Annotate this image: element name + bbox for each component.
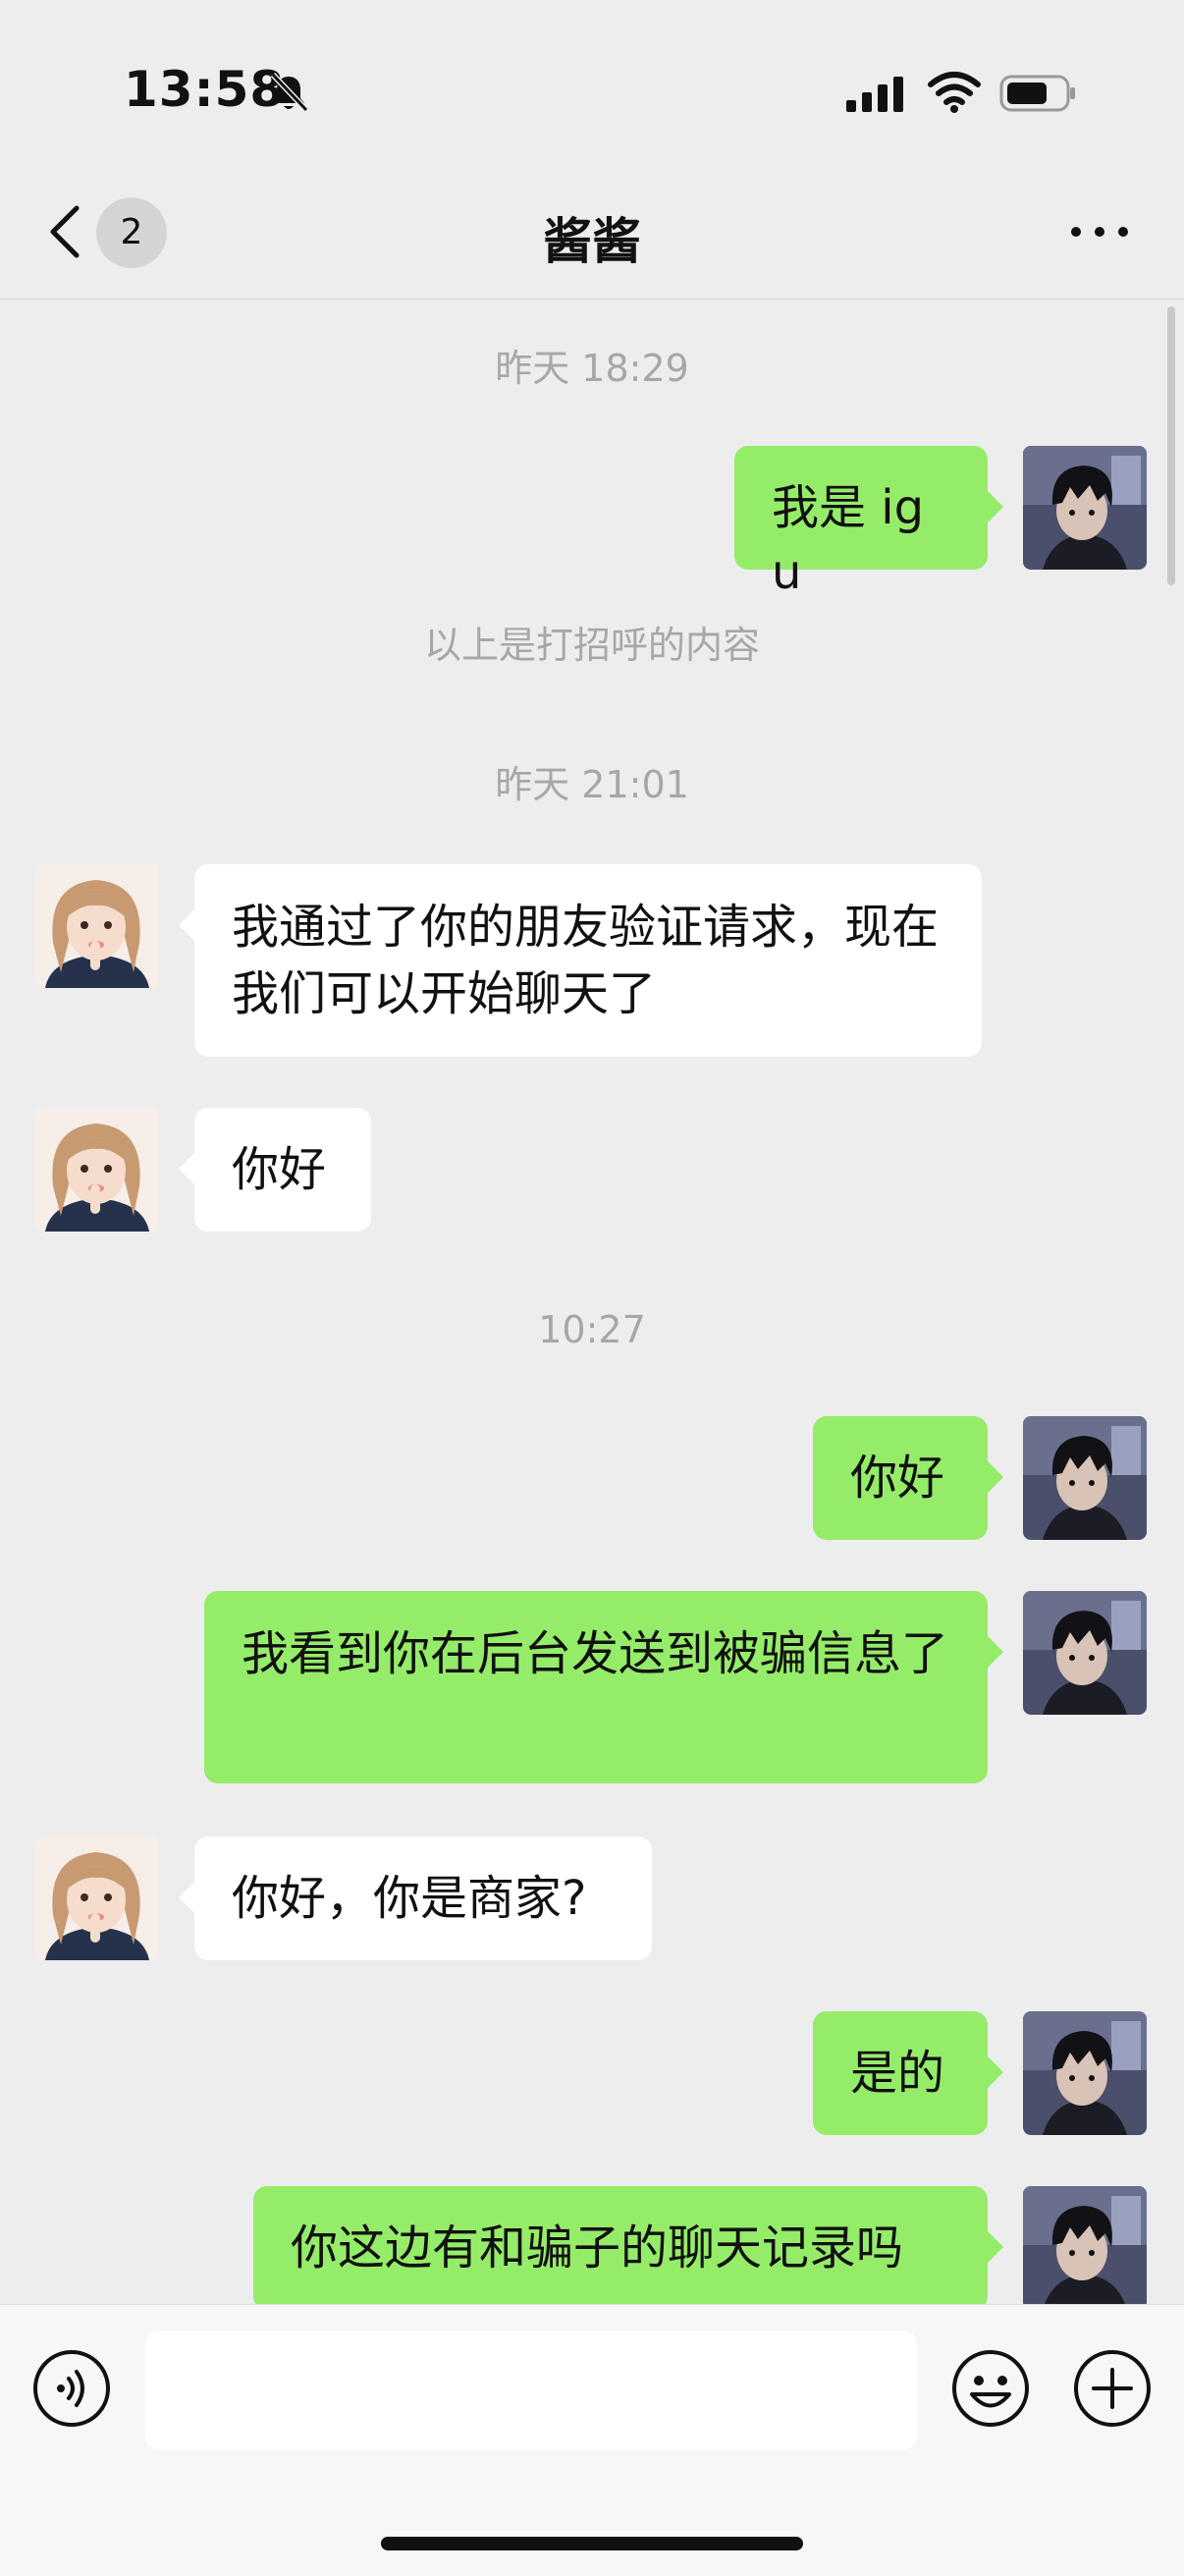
greeting-note: 以上是打招呼的内容: [423, 624, 760, 667]
input-bar: [0, 2304, 1184, 2576]
message-bubble-outgoing[interactable]: 你好: [813, 1416, 1003, 1540]
avatar-contact-image: [35, 1108, 159, 1232]
ellipsis-icon[interactable]: [1068, 220, 1131, 244]
timestamp: 昨天 18:29: [495, 347, 689, 390]
bell-muted-icon: [270, 72, 309, 113]
avatar-contact-image: [35, 864, 159, 988]
timestamp: 昨天 21:01: [495, 763, 689, 806]
message-input[interactable]: [145, 2330, 917, 2450]
wifi-icon: [928, 72, 981, 113]
message-bubble-incoming[interactable]: 你好: [179, 1108, 371, 1232]
chat-title: 酱酱: [543, 213, 641, 270]
avatar-self-image: [1023, 2186, 1147, 2310]
avatar-contact-image: [35, 1836, 159, 1960]
avatar-contact[interactable]: [35, 1108, 159, 1232]
message-bubble-outgoing[interactable]: 是的: [813, 2011, 1003, 2135]
avatar-contact[interactable]: [35, 1836, 159, 1960]
timestamp: 10:27: [538, 1308, 646, 1351]
message-bubble-outgoing[interactable]: 我是 igu: [734, 446, 1003, 600]
plus-icon[interactable]: [1072, 2348, 1153, 2429]
avatar-self[interactable]: [1023, 2186, 1147, 2310]
voice-icon[interactable]: [31, 2348, 112, 2429]
avatar-self[interactable]: [1023, 1416, 1147, 1540]
avatar-self-image: [1023, 446, 1147, 570]
home-indicator[interactable]: [381, 2537, 803, 2550]
avatar-self[interactable]: [1023, 2011, 1147, 2135]
message-bubble-outgoing[interactable]: 你这边有和骗子的聊天记录吗: [253, 2186, 1003, 2310]
emoji-icon[interactable]: [950, 2348, 1031, 2429]
avatar-contact[interactable]: [35, 864, 159, 988]
message-bubble-outgoing[interactable]: 我看到你在后台发送到被骗信息了: [204, 1591, 1003, 1783]
status-time: 13:58: [124, 61, 286, 118]
message-bubble-incoming[interactable]: 你好，你是商家?: [179, 1836, 652, 1960]
avatar-self[interactable]: [1023, 446, 1147, 570]
battery-icon: [999, 75, 1075, 112]
status-bar: 13:58: [0, 0, 1184, 177]
avatar-self-image: [1023, 1416, 1147, 1540]
avatar-self-image: [1023, 1591, 1147, 1715]
avatar-self[interactable]: [1023, 1591, 1147, 1715]
avatar-self-image: [1023, 2011, 1147, 2135]
chat-header: 2 酱酱: [0, 177, 1184, 300]
signal-icon: [846, 77, 903, 112]
message-bubble-incoming[interactable]: 我通过了你的朋友验证请求，现在我们可以开始聊天了: [179, 864, 982, 1057]
